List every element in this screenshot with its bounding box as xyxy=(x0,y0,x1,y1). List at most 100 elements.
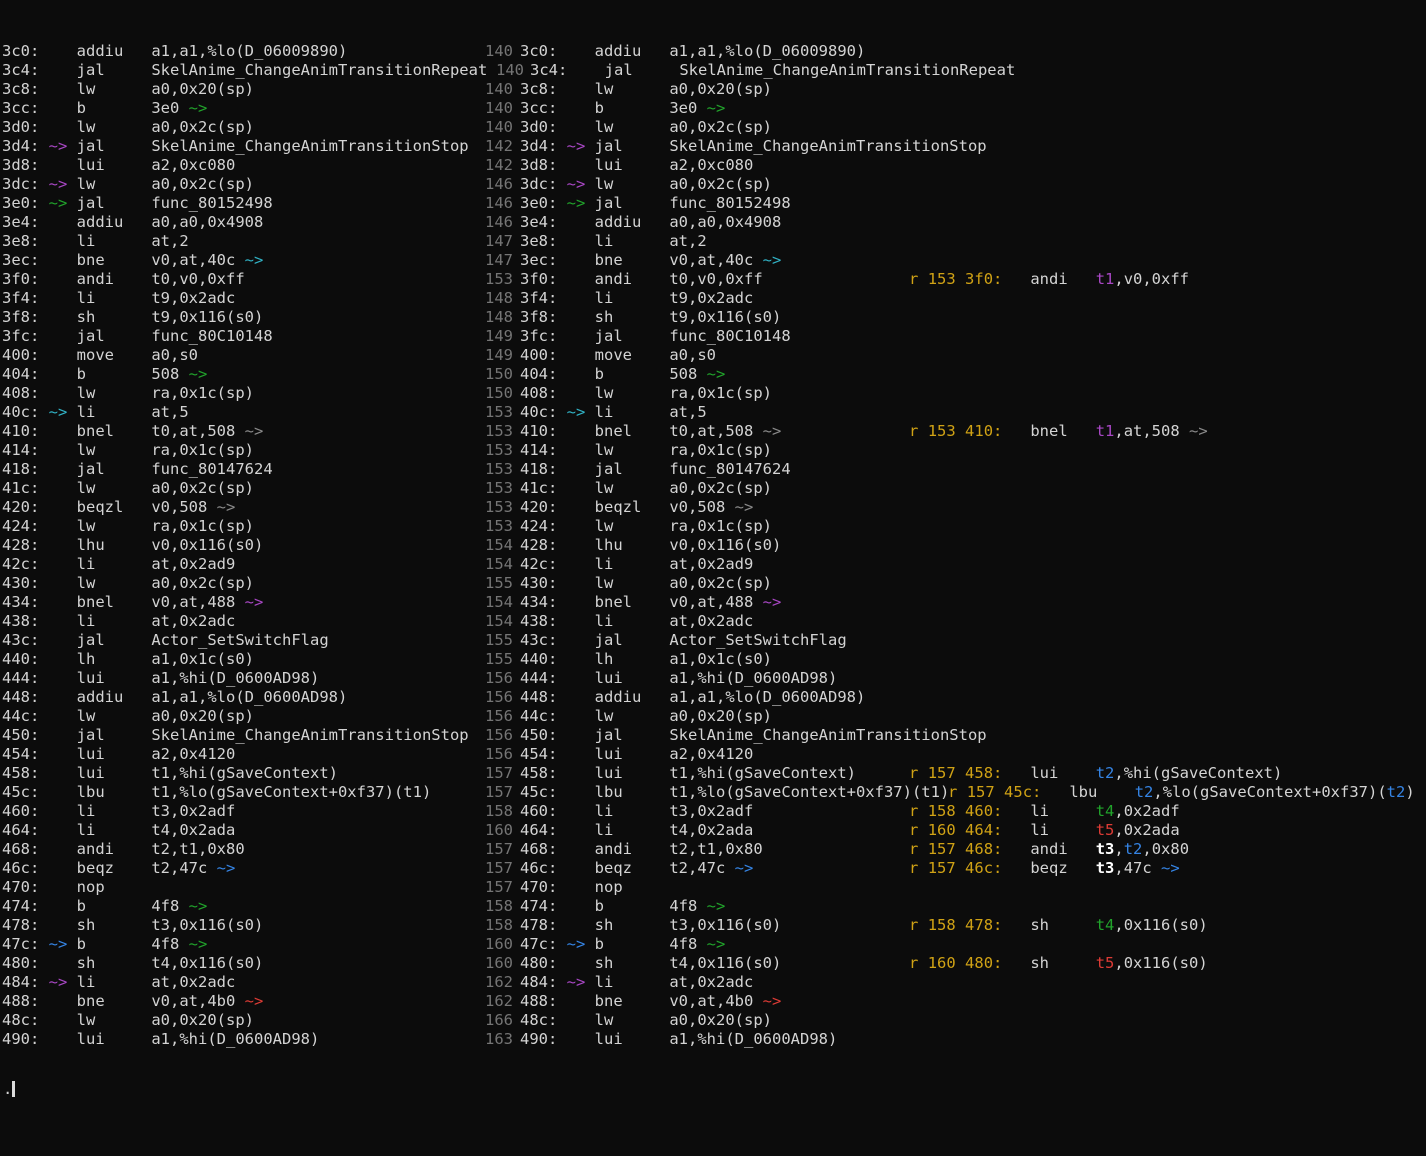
left-column-instruction: 490: lui a1,%hi(D_0600AD98) xyxy=(2,1030,319,1049)
source-line-number: 163 xyxy=(434,1030,513,1049)
instruction-args: a2,0xc080 xyxy=(669,156,753,174)
asm-row: 434: bnel v0,at,488 ~>154434: bnel v0,at… xyxy=(0,593,1426,612)
instruction-mnemonic: beqz xyxy=(1002,859,1095,877)
asm-row: 400: move a0,s0149400: move a0,s0 xyxy=(0,346,1426,365)
pager-prompt-char: . xyxy=(3,1080,12,1099)
instruction-args: t4,0x116(s0) xyxy=(151,954,263,972)
source-line-number: 157 xyxy=(967,783,995,801)
left-column-instruction: 3f8: sh t9,0x116(s0) xyxy=(2,308,263,327)
instruction-mnemonic: li xyxy=(67,555,151,573)
left-column-instruction: 424: lw ra,0x1c(sp) xyxy=(2,517,254,536)
arrow-spacer xyxy=(956,859,965,877)
source-line-number: 156 xyxy=(434,726,513,745)
instruction-address: 424: xyxy=(520,517,567,535)
instruction-address: 48c: xyxy=(520,1011,567,1029)
left-column-instruction: 448: addiu a1,a1,%lo(D_0600AD98) xyxy=(2,688,347,707)
register-diff-instruction: r 158 478: sh t4,0x116(s0) xyxy=(909,916,1208,935)
instruction-mnemonic: lui xyxy=(585,156,669,174)
instruction-args: SkelAnime_ChangeAnimTransitionStop xyxy=(669,726,986,744)
instruction-address: 438: xyxy=(2,612,49,630)
right-column-instruction: 3fc: jal func_80C10148 xyxy=(520,327,791,346)
asm-row: 3f4: li t9,0x2adc1483f4: li t9,0x2adc xyxy=(0,289,1426,308)
instruction-args: at,0x2ad9 xyxy=(151,555,235,573)
instruction-address: 490: xyxy=(2,1030,49,1048)
instruction-args: a1,a1,%lo(D_06009890) xyxy=(151,42,347,60)
instruction-args: Actor_SetSwitchFlag xyxy=(151,631,328,649)
right-column-instruction: 464: li t4,0x2ada xyxy=(520,821,753,840)
instruction-args: , xyxy=(1114,840,1123,858)
branch-target-arrow-icon: ~> xyxy=(49,137,68,155)
instruction-address: 3c4: xyxy=(2,61,49,79)
instruction-address: 44c: xyxy=(520,707,567,725)
right-column-instruction: 400: move a0,s0 xyxy=(520,346,716,365)
instruction-mnemonic: bnel xyxy=(1002,422,1095,440)
register-operand: t2 xyxy=(1135,783,1154,801)
source-line-number: 155 xyxy=(434,631,513,650)
instruction-mnemonic: lw xyxy=(585,707,669,725)
instruction-mnemonic: lh xyxy=(585,650,669,668)
instruction-args: ) xyxy=(1405,783,1414,801)
instruction-address: 3ec: xyxy=(520,251,567,269)
register-diff-marker: r xyxy=(909,821,918,839)
arrow-spacer xyxy=(567,422,586,440)
instruction-address: 45c: xyxy=(1004,783,1041,801)
arrow-spacer xyxy=(918,821,927,839)
asm-row: 490: lui a1,%hi(D_0600AD98)163490: lui a… xyxy=(0,1030,1426,1049)
register-operand: t4 xyxy=(1096,916,1115,934)
instruction-address: 478: xyxy=(2,916,49,934)
instruction-args: a0,0x2c(sp) xyxy=(151,574,254,592)
instruction-address: 3f0: xyxy=(965,270,1002,288)
left-column-instruction: 3c8: lw a0,0x20(sp) xyxy=(2,80,254,99)
instruction-mnemonic: li xyxy=(1002,821,1095,839)
asm-row: 488: bne v0,at,4b0 ~>162488: bne v0,at,4… xyxy=(0,992,1426,1011)
instruction-mnemonic: li xyxy=(67,821,151,839)
asm-row: 464: li t4,0x2ada160464: li t4,0x2adar 1… xyxy=(0,821,1426,840)
arrow-spacer xyxy=(918,859,927,877)
arrow-spacer xyxy=(957,783,966,801)
instruction-args: t3,0x2adf xyxy=(669,802,753,820)
instruction-mnemonic: sh xyxy=(1002,954,1095,972)
instruction-address: 3f4: xyxy=(520,289,567,307)
instruction-args: t3,0x2adf xyxy=(151,802,235,820)
branch-arrow-icon: ~> xyxy=(217,859,236,877)
arrow-spacer xyxy=(956,802,965,820)
instruction-args: a0,s0 xyxy=(151,346,198,364)
instruction-args: t1,%lo(gSaveContext+0xf37)(t1) xyxy=(669,783,949,801)
instruction-address: 418: xyxy=(2,460,49,478)
instruction-args: a1,a1,%lo(D_0600AD98) xyxy=(151,688,347,706)
branch-arrow-icon: ~> xyxy=(707,935,726,953)
asm-row: 448: addiu a1,a1,%lo(D_0600AD98)156448: … xyxy=(0,688,1426,707)
instruction-mnemonic: li xyxy=(67,232,151,250)
instruction-args: t0,v0,0xff xyxy=(669,270,762,288)
instruction-mnemonic: lw xyxy=(585,441,669,459)
arrow-spacer xyxy=(49,517,68,535)
text-cursor-icon[interactable] xyxy=(12,1081,15,1097)
source-line-number: 140 xyxy=(434,42,513,61)
branch-arrow-icon: ~> xyxy=(189,935,208,953)
arrow-spacer xyxy=(567,232,586,250)
register-diff-instruction: r 160 464: li t5,0x2ada xyxy=(909,821,1180,840)
asm-row: 440: lh a1,0x1c(s0)155440: lh a1,0x1c(s0… xyxy=(0,650,1426,669)
instruction-args: 508 xyxy=(669,365,706,383)
right-column-instruction: 430: lw a0,0x2c(sp) xyxy=(520,574,772,593)
instruction-address: 410: xyxy=(965,422,1002,440)
right-column-instruction: 3e8: li at,2 xyxy=(520,232,707,251)
right-column-instruction: 41c: lw a0,0x2c(sp) xyxy=(520,479,772,498)
left-column-instruction: 3fc: jal func_80C10148 xyxy=(2,327,273,346)
instruction-args: at,0x2adc xyxy=(669,973,753,991)
branch-arrow-icon: ~> xyxy=(245,593,264,611)
arrow-spacer xyxy=(577,61,596,79)
instruction-args: a0,0x20(sp) xyxy=(669,80,772,98)
source-line-number: 149 xyxy=(434,346,513,365)
right-column-instruction: 488: bne v0,at,4b0 ~> xyxy=(520,992,781,1011)
arrow-spacer xyxy=(49,118,68,136)
instruction-args: t3,0x116(s0) xyxy=(669,916,781,934)
instruction-address: 3cc: xyxy=(2,99,49,117)
instruction-mnemonic: addiu xyxy=(585,213,669,231)
right-column-instruction: 434: bnel v0,at,488 ~> xyxy=(520,593,781,612)
register-diff-instruction: r 157 45c: lbu t2,%lo(gSaveContext+0xf37… xyxy=(948,783,1415,802)
asm-row: 3f8: sh t9,0x116(s0)1483f8: sh t9,0x116(… xyxy=(0,308,1426,327)
instruction-address: 3dc: xyxy=(2,175,49,193)
instruction-mnemonic: andi xyxy=(585,270,669,288)
register-diff-instruction: r 153 3f0: andi t1,v0,0xff xyxy=(909,270,1189,289)
